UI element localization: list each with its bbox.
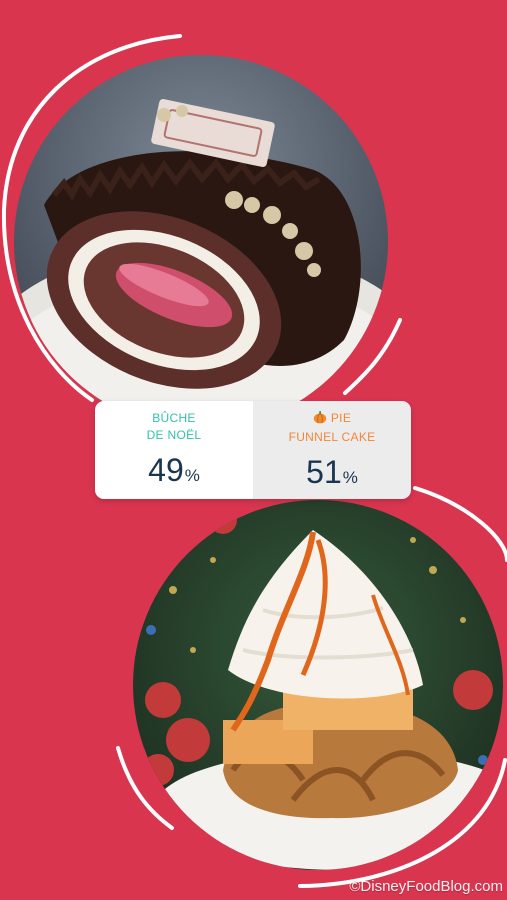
poll-option-percentage: 51% — [306, 454, 358, 496]
pumpkin-pie-funnel-cake-photo — [133, 500, 503, 870]
poll-option-pumpkin-pie-funnel-cake[interactable]: PIE FUNNEL CAKE 51% — [253, 401, 411, 499]
buche-de-noel-illustration — [14, 55, 388, 429]
poll-percent-sign: % — [184, 466, 200, 485]
poll-option-label-line2: FUNNEL CAKE — [288, 430, 376, 444]
funnel-cake-illustration — [133, 500, 503, 870]
poll-option-percentage: 49% — [148, 452, 200, 494]
poll-sticker: BÛCHE DE NOËL 49% PIE FUNNEL CAKE 51 % — [95, 401, 411, 499]
poll-option-label-line1-row: PIE — [289, 410, 376, 429]
poll-percent-sign: % — [342, 468, 358, 487]
poll-percent-value: 51 — [306, 454, 342, 490]
buche-de-noel-photo — [14, 55, 388, 429]
watermark: ©DisneyFoodBlog.com — [349, 878, 503, 895]
poll-option-label-line1: PIE — [330, 411, 352, 425]
poll-option-buche-de-noel[interactable]: BÛCHE DE NOËL 49% — [95, 401, 253, 499]
story-canvas: BÛCHE DE NOËL 49% PIE FUNNEL CAKE 51 % ©… — [0, 0, 507, 900]
poll-option-label-line2: DE NOËL — [146, 428, 202, 442]
poll-option-label: BÛCHE DE NOËL — [147, 410, 202, 444]
poll-option-label: PIE FUNNEL CAKE — [289, 410, 376, 446]
poll-option-label-line1: BÛCHE — [152, 411, 196, 425]
pumpkin-icon — [313, 410, 327, 429]
poll-percent-value: 49 — [148, 452, 184, 488]
